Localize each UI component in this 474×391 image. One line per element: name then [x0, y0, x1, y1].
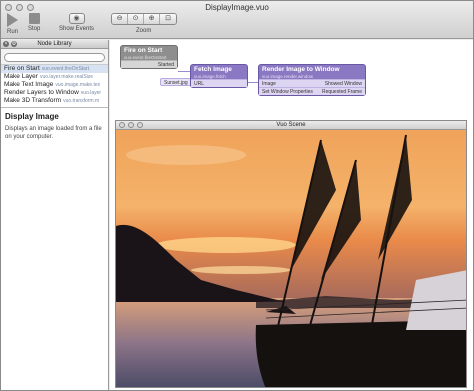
library-header-buttons: × ⚙: [3, 41, 17, 47]
sunset-sailboat-image: [116, 130, 466, 387]
zoom-controls: ⊖ ⊙ ⊕ ⊡: [111, 13, 177, 25]
close-library-icon[interactable]: ×: [3, 41, 9, 47]
library-options-icon[interactable]: ⚙: [11, 41, 17, 47]
scene-close-button[interactable]: [119, 122, 125, 128]
render-port-row: Set Window Properties Requested Frame: [259, 87, 365, 95]
scene-minimize-button[interactable]: [128, 122, 134, 128]
render-port-row: Image Showed Window: [259, 79, 365, 87]
window-title: DisplayImage.vuo: [205, 3, 269, 12]
node-fetch-image[interactable]: Fetch Image vuo.image.fetch URL: [190, 64, 248, 88]
library-item[interactable]: Make Text Image vuo.image.make.tex: [1, 81, 108, 89]
library-item-label: Render Layers to Window: [4, 88, 79, 96]
library-item-class: vuo.transform.m: [63, 97, 100, 104]
library-header: × ⚙ Node Library: [1, 40, 108, 49]
show-events-icon: ◉: [68, 13, 85, 24]
library-list: Fire on Start vuo.event.fireOnStart Make …: [1, 64, 108, 105]
run-button[interactable]: Run: [7, 13, 18, 35]
stop-button[interactable]: Stop: [28, 13, 40, 32]
title-bar: DisplayImage.vuo Run Stop ◉ Show Events …: [1, 1, 473, 39]
run-label: Run: [7, 29, 19, 35]
zoom-out-button[interactable]: ⊖: [112, 14, 128, 24]
library-item-class: vuo.event.fireOnStart: [41, 65, 90, 72]
app-window: DisplayImage.vuo Run Stop ◉ Show Events …: [0, 0, 474, 391]
zoom-fit-button[interactable]: ⊡: [160, 14, 176, 24]
show-events-label: Show Events: [59, 26, 95, 32]
library-item-label: Make Text Image: [4, 80, 54, 88]
url-input-value[interactable]: Sunset.jpg: [160, 78, 192, 86]
show-events-button[interactable]: ◉ Show Events: [59, 13, 94, 32]
library-item[interactable]: Make Layer vuo.layer.make.realSize: [1, 73, 108, 81]
library-item-label: Make 3D Transform: [4, 96, 62, 104]
scene-title-bar: Vuo Scene: [116, 121, 466, 130]
node-title: Render Image to Window: [262, 66, 340, 73]
scene-title: Vuo Scene: [276, 122, 306, 128]
image-port[interactable]: Image: [262, 80, 276, 87]
node-description: Display Image Displays an image loaded f…: [1, 106, 108, 145]
library-item-class: vuo.layer: [80, 89, 102, 96]
showed-window-port[interactable]: Showed Window: [325, 80, 362, 87]
library-search: ⌕: [1, 49, 108, 65]
library-item-class: vuo.layer.make.realSize: [39, 73, 94, 80]
requested-frame-port[interactable]: Requested Frame: [322, 88, 362, 95]
description-title: Display Image: [5, 111, 59, 121]
library-item[interactable]: Make 3D Transform vuo.transform.m: [1, 97, 108, 105]
event-wire: [178, 71, 190, 72]
zoom-actual-button[interactable]: ⊙: [128, 14, 144, 24]
vuo-scene-window: Vuo Scene: [115, 120, 467, 388]
zoom-label: Zoom: [136, 28, 152, 34]
description-text: Displays an image loaded from a file on …: [5, 125, 102, 140]
library-item-label: Fire on Start: [4, 64, 40, 72]
node-library-panel: × ⚙ Node Library ⌕ Fire on Startvuo.even…: [1, 40, 109, 390]
scene-window-controls: [119, 122, 143, 128]
node-title: Fetch Image: [194, 66, 232, 73]
stop-icon: [28, 13, 40, 24]
search-input[interactable]: [4, 52, 105, 62]
library-item[interactable]: Fire on Start vuo.event.fireOnStart: [1, 64, 108, 73]
library-item-label: Make Layer: [4, 72, 38, 80]
zoom-in-button[interactable]: ⊕: [144, 14, 160, 24]
node-title: Fire on Start: [124, 47, 163, 54]
node-fire-on-start[interactable]: Fire on Start vuo.event.fireOnStart Star…: [120, 45, 178, 69]
scene-zoom-button[interactable]: [137, 122, 143, 128]
library-item[interactable]: Render Layers to Window vuo.layer: [1, 89, 108, 97]
play-icon: [7, 13, 18, 27]
stop-label: Stop: [28, 26, 41, 32]
window-properties-port[interactable]: Set Window Properties: [262, 88, 313, 95]
library-title: Node Library: [37, 41, 72, 47]
library-item-class: vuo.image.make.tex: [55, 81, 101, 88]
started-port[interactable]: Started: [121, 60, 177, 68]
url-port[interactable]: URL: [191, 79, 247, 87]
node-render-image-to-window[interactable]: Render Image to Window vuo.image.render.…: [258, 64, 366, 96]
